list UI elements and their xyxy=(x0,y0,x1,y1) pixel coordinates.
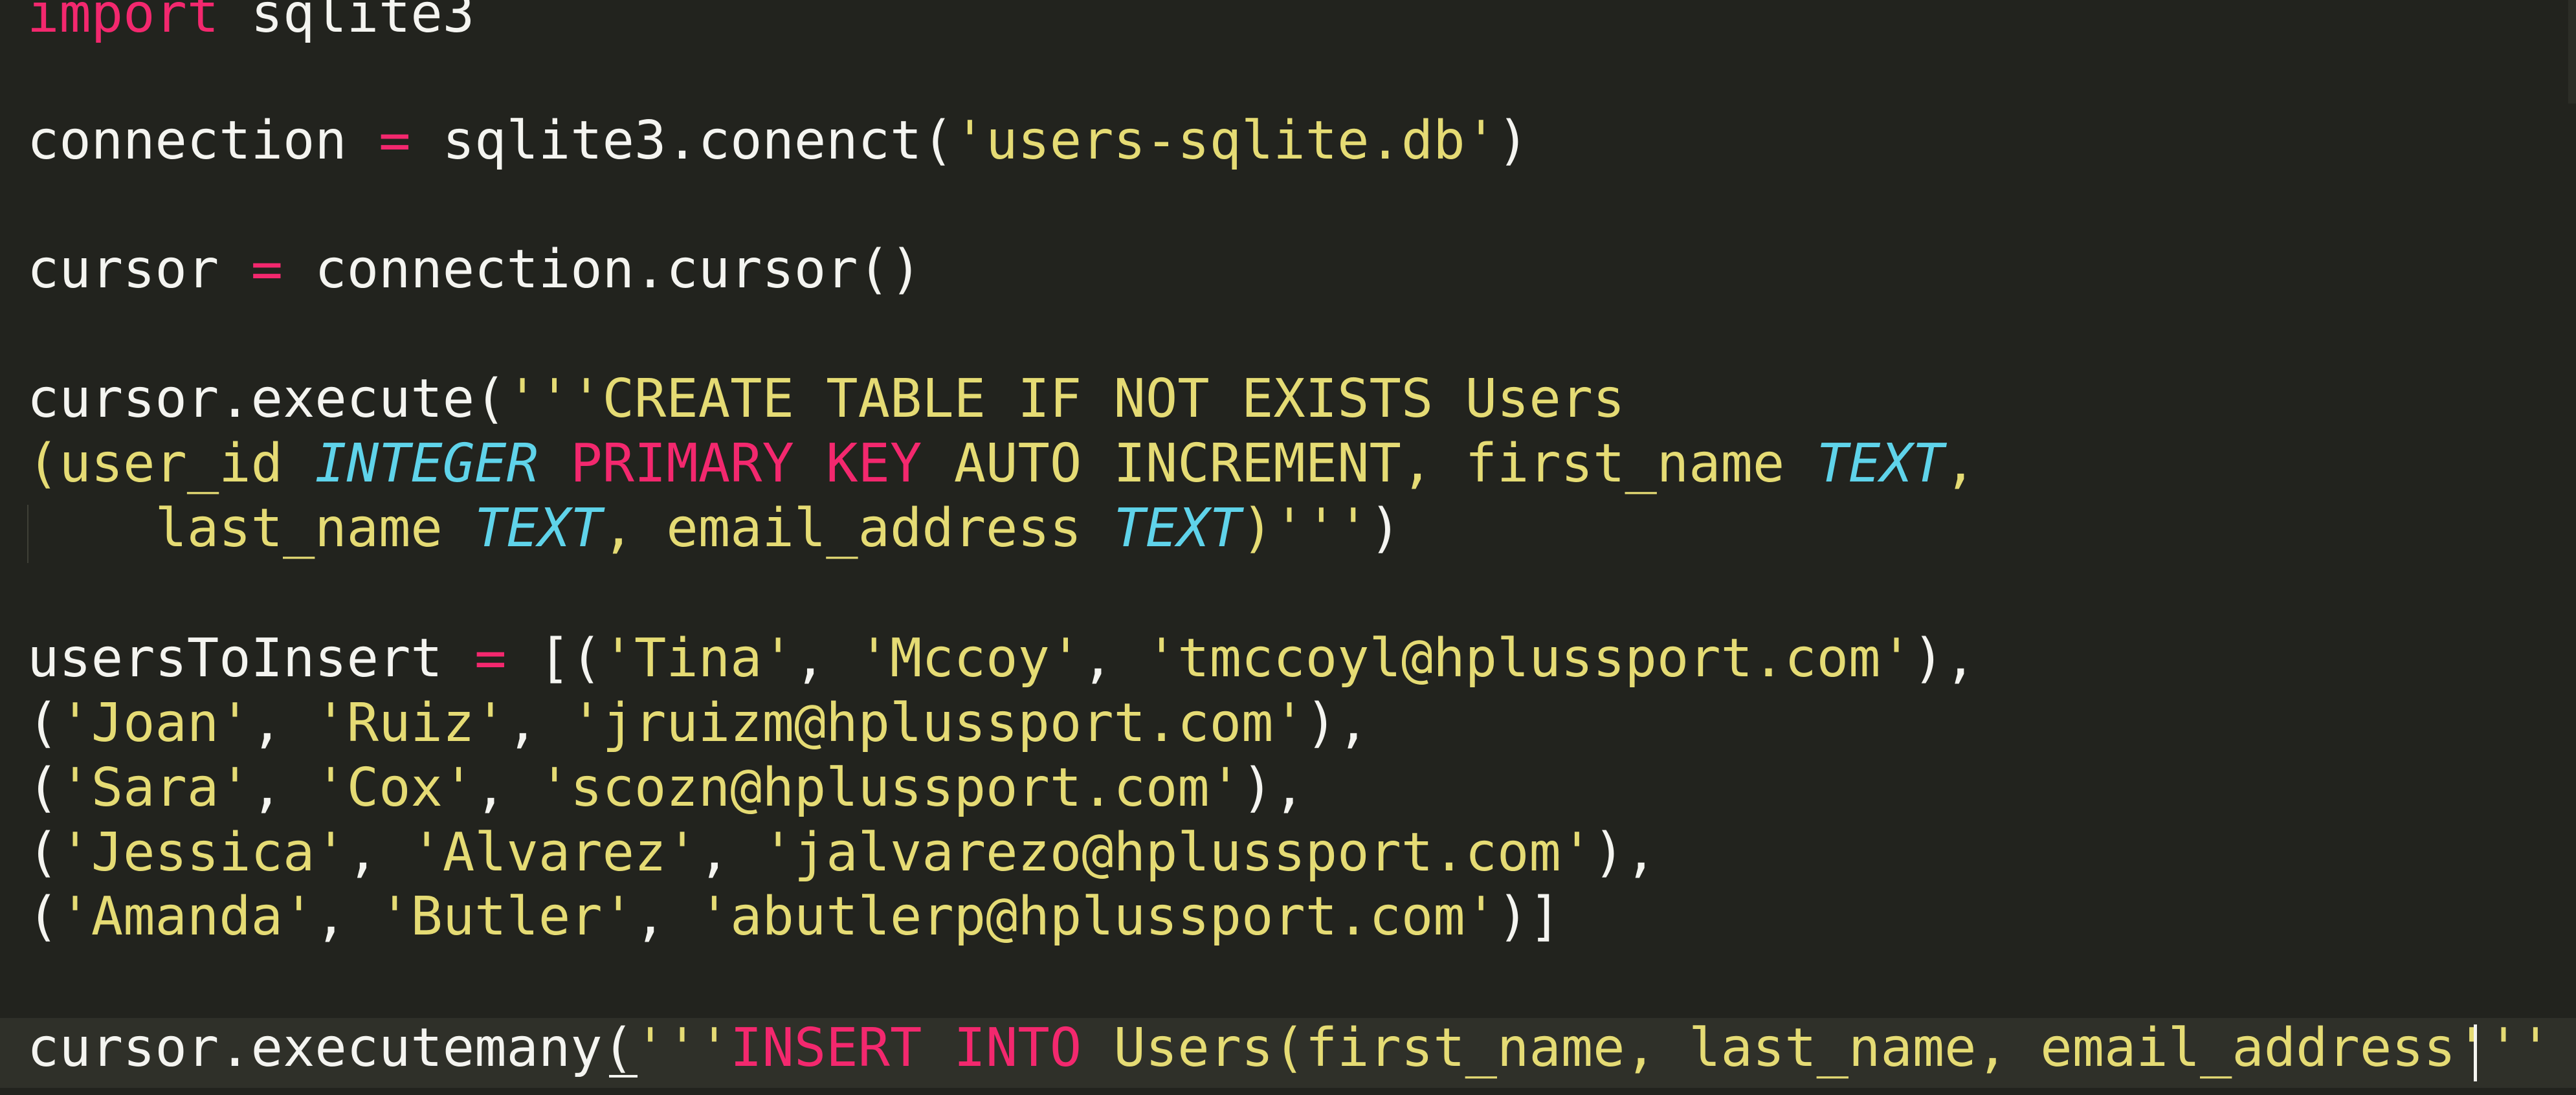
code-token-normal: , xyxy=(346,822,411,883)
code-token-normal: , xyxy=(315,886,379,947)
code-token-string: last_name xyxy=(27,498,475,559)
code-token-normal: ), xyxy=(1241,757,1305,819)
code-token-string: 'Mccoy' xyxy=(858,628,1082,689)
code-token-string: 'Alvarez' xyxy=(410,822,698,883)
code-token-string: '''CREATE TABLE IF NOT EXISTS Users xyxy=(506,368,1625,430)
code-token-normal: cursor xyxy=(27,239,251,300)
code-token-operator: = xyxy=(250,239,283,300)
code-token-normal: )] xyxy=(1497,886,1561,947)
code-token-keyword: INSERT INTO xyxy=(730,1017,1082,1079)
code-token-normal: , xyxy=(506,692,571,754)
code-token-string: 'users-sqlite.db' xyxy=(953,110,1497,171)
code-token-string: 'Cox' xyxy=(315,757,475,819)
code-token-normal: [( xyxy=(506,628,603,689)
code-token-operator: = xyxy=(474,628,507,689)
code-token-normal: , xyxy=(250,757,315,819)
code-line-13[interactable]: ('Sara', 'Cox', 'scozn@hplussport.com'), xyxy=(27,756,1305,821)
code-token-type: TEXT xyxy=(1113,498,1242,559)
scrollbar-edge[interactable] xyxy=(2568,0,2576,104)
code-token-string: , xyxy=(1944,433,1977,494)
code-token-string: 'jalvarezo@hplussport.com' xyxy=(762,822,1593,883)
code-token-string: 'abutlerp@hplussport.com' xyxy=(698,886,1497,947)
code-token-string: 'jruizm@hplussport.com' xyxy=(570,692,1305,754)
code-line-14[interactable]: ('Jessica', 'Alvarez', 'jalvarezo@hpluss… xyxy=(27,821,1657,885)
code-token-normal: ( xyxy=(27,692,60,754)
code-token-string: (user_id xyxy=(27,433,315,494)
code-line-7[interactable]: cursor.execute('''CREATE TABLE IF NOT EX… xyxy=(27,367,1625,432)
code-token-normal: , xyxy=(794,628,858,689)
code-token-normal: ), xyxy=(1305,692,1370,754)
code-token-string: 'Butler' xyxy=(379,886,635,947)
code-token-string: 'Sara' xyxy=(59,757,251,819)
code-token-string: , email_address xyxy=(602,498,1114,559)
code-token-operator: = xyxy=(379,110,411,171)
code-token-normal: , xyxy=(474,757,539,819)
code-line-3[interactable]: connection = sqlite3.conenct('users-sqli… xyxy=(27,109,1529,173)
code-token-string: 'Ruiz' xyxy=(315,692,507,754)
code-line-17[interactable]: cursor.executemany('''INSERT INTO Users(… xyxy=(27,1016,2551,1081)
code-token-string: 'scozn@hplussport.com' xyxy=(538,757,1242,819)
code-token-string: ''' xyxy=(634,1017,731,1079)
code-token-normal: ( xyxy=(27,886,60,947)
code-token-keyword: PRIMARY KEY xyxy=(570,433,922,494)
code-token-type: INTEGER xyxy=(315,433,539,494)
code-token-normal: , xyxy=(250,692,315,754)
code-token-normal: connection.cursor() xyxy=(282,239,922,300)
code-token-normal: sqlite3.conenct( xyxy=(410,110,954,171)
code-line-5[interactable]: cursor = connection.cursor() xyxy=(27,238,922,302)
code-token-normal: , xyxy=(698,822,762,883)
code-token-string: ''' xyxy=(2456,1017,2552,1079)
code-line-15[interactable]: ('Amanda', 'Butler', 'abutlerp@hplusspor… xyxy=(27,885,1561,949)
text-cursor xyxy=(2474,1024,2477,1081)
code-line-11[interactable]: usersToInsert = [('Tina', 'Mccoy', 'tmcc… xyxy=(27,626,1977,691)
bracket-match-underline xyxy=(609,1075,638,1078)
code-token-type: TEXT xyxy=(474,498,603,559)
code-editor[interactable]: import sqlite3 connection = sqlite3.cone… xyxy=(0,0,2576,1095)
code-token-string: AUTO INCREMENT, first_name xyxy=(922,433,1817,494)
code-token-normal: cursor.execute( xyxy=(27,368,507,430)
code-token-keyword: import xyxy=(27,0,219,45)
code-token-string: )''' xyxy=(1241,498,1370,559)
code-token-normal: connection xyxy=(27,110,379,171)
code-token-normal: ) xyxy=(1496,110,1529,171)
code-line-1[interactable]: import sqlite3 xyxy=(27,0,474,47)
code-token-normal: ), xyxy=(1912,628,1977,689)
code-line-9[interactable]: last_name TEXT, email_address TEXT)''') xyxy=(27,496,1401,561)
code-token-string: 'Joan' xyxy=(59,692,251,754)
code-token-normal: cursor.executemany( xyxy=(27,1017,634,1079)
code-token-string: 'tmccoyl@hplussport.com' xyxy=(1145,628,1913,689)
code-token-string: 'Tina' xyxy=(602,628,794,689)
code-token-normal: ) xyxy=(1369,498,1401,559)
code-token-string: 'Amanda' xyxy=(59,886,315,947)
code-token-normal: usersToInsert xyxy=(27,628,475,689)
code-token-normal: ( xyxy=(27,757,60,819)
code-token-string: 'Jessica' xyxy=(59,822,347,883)
code-token-string: Users(first_name, last_name, email_addre… xyxy=(1082,1017,2456,1079)
code-token-string xyxy=(539,433,570,494)
code-token-type: TEXT xyxy=(1816,433,1945,494)
code-line-12[interactable]: ('Joan', 'Ruiz', 'jruizm@hplussport.com'… xyxy=(27,691,1370,756)
code-line-8[interactable]: (user_id INTEGER PRIMARY KEY AUTO INCREM… xyxy=(27,432,1977,496)
code-token-normal: ( xyxy=(27,822,60,883)
code-token-normal: sqlite3 xyxy=(219,0,475,45)
code-token-normal: ), xyxy=(1593,822,1657,883)
code-token-normal: , xyxy=(634,886,698,947)
code-token-normal: , xyxy=(1082,628,1146,689)
